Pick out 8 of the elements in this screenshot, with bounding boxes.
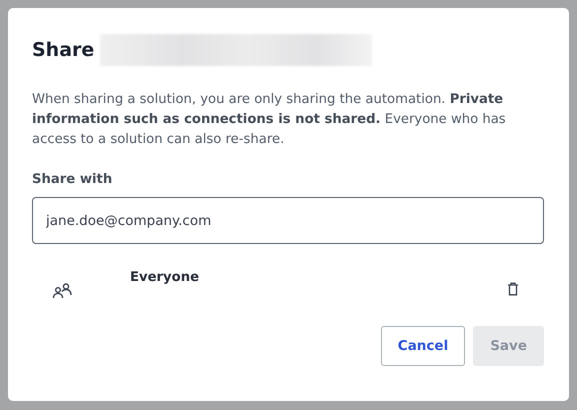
- member-name: Everyone: [130, 270, 200, 285]
- dialog-button[interactable]: Cancel: [380, 326, 466, 366]
- description-text: When sharing a solution, you are only sharing the automation. Private information such as connections is not shared. Everyone who has access to a solution can also re-share.: [32, 91, 507, 149]
- delete-icon[interactable]: [507, 282, 519, 296]
- share-with-field[interactable]: jane.doe@company.com: [32, 197, 544, 244]
- people-icon: [52, 282, 74, 300]
- dialog-title: Share: [32, 39, 94, 61]
- share-with-label: Share with: [32, 172, 114, 187]
